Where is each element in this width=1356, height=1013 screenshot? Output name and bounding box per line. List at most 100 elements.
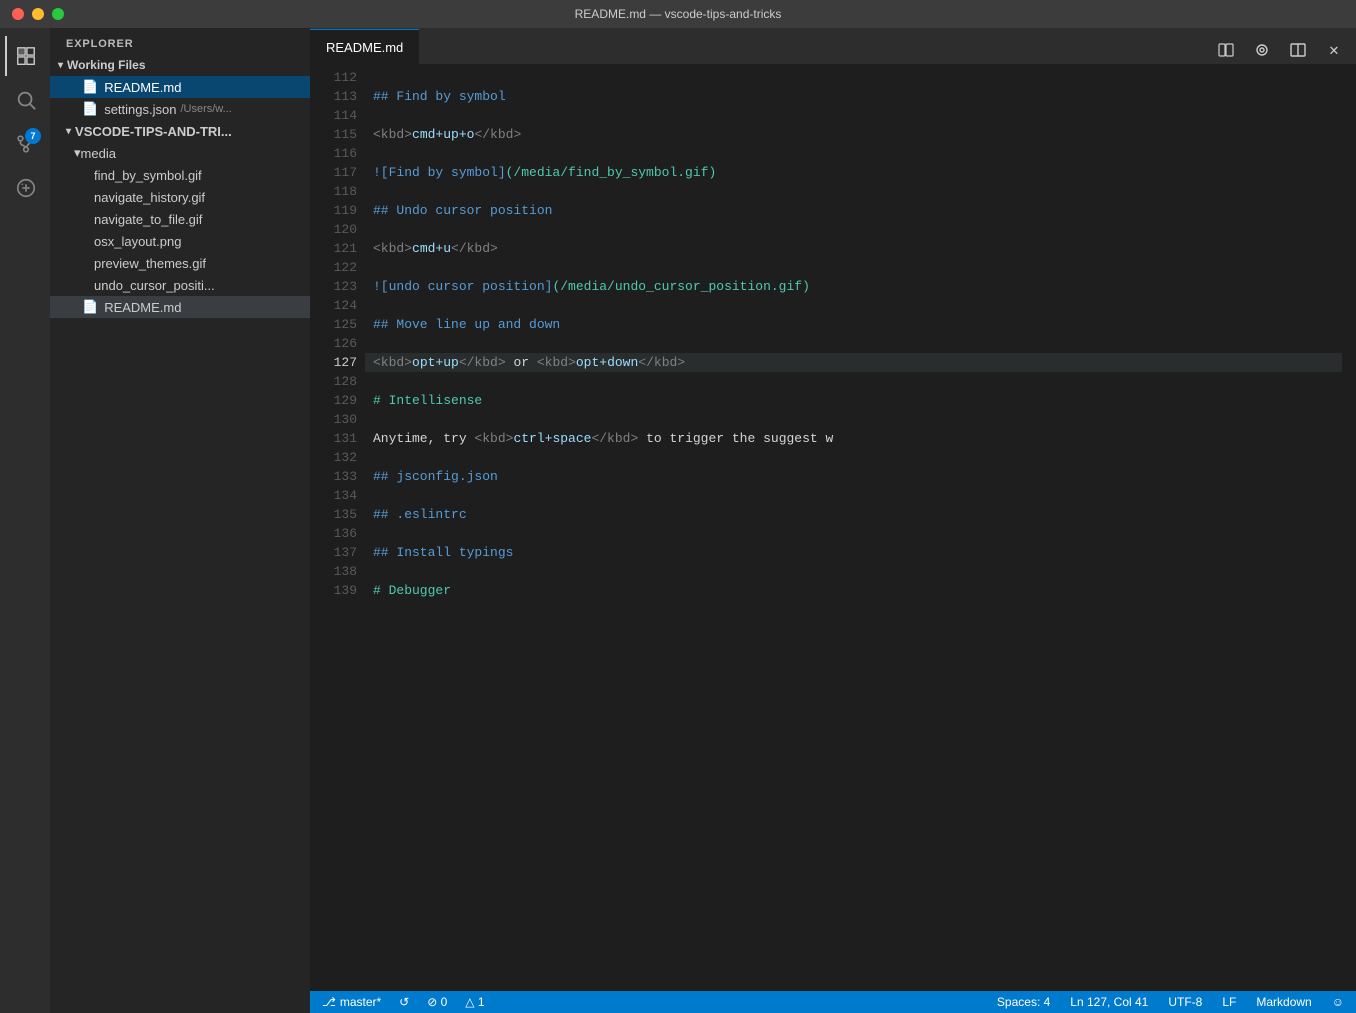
working-files-section[interactable]: ▾ Working Files [50, 54, 310, 76]
code-line-136 [365, 524, 1342, 543]
tag-close: </kbd> [591, 429, 638, 448]
heading-token: ## Move line up and down [373, 315, 560, 334]
close-button[interactable] [12, 8, 24, 20]
close-editor-icon[interactable]: ✕ [1320, 36, 1348, 64]
file-path: /Users/w... [180, 103, 231, 115]
preview-icon[interactable] [1248, 36, 1276, 64]
code-line-113: ## Find by symbol [365, 87, 1342, 106]
kbd-content: cmd+up+o [412, 125, 474, 144]
file-item-settings[interactable]: 📄 settings.json /Users/w... [50, 98, 310, 120]
code-editor[interactable]: ## Find by symbol <kbd>cmd+up+o</kbd> ![… [365, 64, 1342, 991]
kbd-content2: opt+down [576, 353, 638, 372]
app-container: 7 Explorer ▾ Working Files 📄 README.md 📄… [0, 28, 1356, 1013]
working-files-label: Working Files [67, 58, 145, 72]
code-line-128 [365, 372, 1342, 391]
code-line-118 [365, 182, 1342, 201]
code-line-116 [365, 144, 1342, 163]
code-line-130 [365, 410, 1342, 429]
split-editor-icon[interactable] [1284, 36, 1312, 64]
code-line-120 [365, 220, 1342, 239]
folder-vscode-tips[interactable]: ▾ VSCODE-TIPS-AND-TRI... [50, 120, 310, 142]
branch-status[interactable]: ⎇ master* [318, 991, 385, 1013]
code-line-126 [365, 334, 1342, 353]
line-ending-status[interactable]: LF [1218, 991, 1240, 1013]
editor-content[interactable]: 112 113 114 115 116 117 118 119 120 121 … [310, 64, 1356, 991]
code-line-124 [365, 296, 1342, 315]
warnings-label: △ 1 [465, 995, 484, 1009]
img-link: (/media/find_by_symbol.gif) [506, 163, 717, 182]
folder-label: VSCODE-TIPS-AND-TRI... [75, 124, 232, 139]
file-item-readme-root[interactable]: 📄 README.md [50, 296, 310, 318]
tag-close: </kbd> [451, 239, 498, 258]
sidebar: Explorer ▾ Working Files 📄 README.md 📄 s… [50, 28, 310, 1013]
errors-label: ⊘ 0 [427, 995, 447, 1009]
tab-bar: README.md [310, 28, 1356, 64]
media-file-2[interactable]: navigate_history.gif [50, 186, 310, 208]
line-col-status[interactable]: Ln 127, Col 41 [1066, 991, 1152, 1013]
tag-close: </kbd> [474, 125, 521, 144]
media-folder[interactable]: ▾ media [50, 142, 310, 164]
window-controls[interactable] [12, 8, 64, 20]
heading-token: ## Find by symbol [373, 87, 506, 106]
smiley-icon: ☺ [1332, 995, 1344, 1009]
plain-text2: to trigger the suggest w [638, 429, 833, 448]
img-link: (/media/undo_cursor_position.gif) [552, 277, 809, 296]
kbd-content: opt+up [412, 353, 459, 372]
heading-token: ## Install typings [373, 543, 513, 562]
sidebar-header: Explorer [50, 28, 310, 54]
media-label: media [81, 146, 116, 161]
editor-area: README.md [310, 28, 1356, 1013]
media-filename: undo_cursor_positi... [94, 278, 215, 293]
img-prefix: ![undo cursor position] [373, 277, 552, 296]
explorer-activity-icon[interactable] [5, 36, 45, 76]
source-control-activity-icon[interactable]: 7 [5, 124, 45, 164]
tag-open: <kbd> [373, 125, 412, 144]
file-name: README.md [104, 300, 181, 315]
tag-close2: </kbd> [638, 353, 685, 372]
working-files-arrow: ▾ [58, 60, 63, 71]
plain-text: Anytime, try [373, 429, 474, 448]
sync-icon: ↺ [399, 995, 409, 1009]
line-ending-label: LF [1222, 995, 1236, 1009]
media-file-5[interactable]: preview_themes.gif [50, 252, 310, 274]
code-line-138 [365, 562, 1342, 581]
smiley-status[interactable]: ☺ [1328, 991, 1348, 1013]
minimize-button[interactable] [32, 8, 44, 20]
tab-readme[interactable]: README.md [310, 29, 419, 64]
code-line-114 [365, 106, 1342, 125]
tag-close: </kbd> [459, 353, 506, 372]
media-file-6[interactable]: undo_cursor_positi... [50, 274, 310, 296]
media-filename: find_by_symbol.gif [94, 168, 202, 183]
branch-label: master* [340, 995, 381, 1009]
code-line-115: <kbd>cmd+up+o</kbd> [365, 125, 1342, 144]
branch-icon: ⎇ [322, 995, 336, 1009]
extensions-activity-icon[interactable] [5, 168, 45, 208]
code-line-123: ![undo cursor position](/media/undo_curs… [365, 277, 1342, 296]
spaces-status[interactable]: Spaces: 4 [993, 991, 1054, 1013]
encoding-status[interactable]: UTF-8 [1164, 991, 1206, 1013]
maximize-button[interactable] [52, 8, 64, 20]
code-line-133: ## jsconfig.json [365, 467, 1342, 486]
language-status[interactable]: Markdown [1252, 991, 1315, 1013]
file-item-readme-working[interactable]: 📄 README.md [50, 76, 310, 98]
h1-token: # Intellisense [373, 391, 482, 410]
sync-status[interactable]: ↺ [395, 991, 413, 1013]
code-line-112 [365, 68, 1342, 87]
search-activity-icon[interactable] [5, 80, 45, 120]
media-file-3[interactable]: navigate_to_file.gif [50, 208, 310, 230]
tab-label: README.md [326, 40, 403, 55]
toggle-sidebar-icon[interactable] [1212, 36, 1240, 64]
file-icon: 📄 [82, 101, 98, 117]
media-file-4[interactable]: osx_layout.png [50, 230, 310, 252]
scrollbar[interactable] [1342, 64, 1356, 991]
media-file-1[interactable]: find_by_symbol.gif [50, 164, 310, 186]
encoding-label: UTF-8 [1168, 995, 1202, 1009]
status-right: Spaces: 4 Ln 127, Col 41 UTF-8 LF Markdo… [993, 991, 1348, 1013]
language-label: Markdown [1256, 995, 1311, 1009]
code-line-121: <kbd>cmd+u</kbd> [365, 239, 1342, 258]
errors-status[interactable]: ⊘ 0 [423, 991, 451, 1013]
warnings-status[interactable]: △ 1 [461, 991, 488, 1013]
code-line-127: <kbd>opt+up</kbd> or <kbd>opt+down</kbd> [365, 353, 1342, 372]
code-line-117: ![Find by symbol](/media/find_by_symbol.… [365, 163, 1342, 182]
plain-text: or [506, 353, 537, 372]
